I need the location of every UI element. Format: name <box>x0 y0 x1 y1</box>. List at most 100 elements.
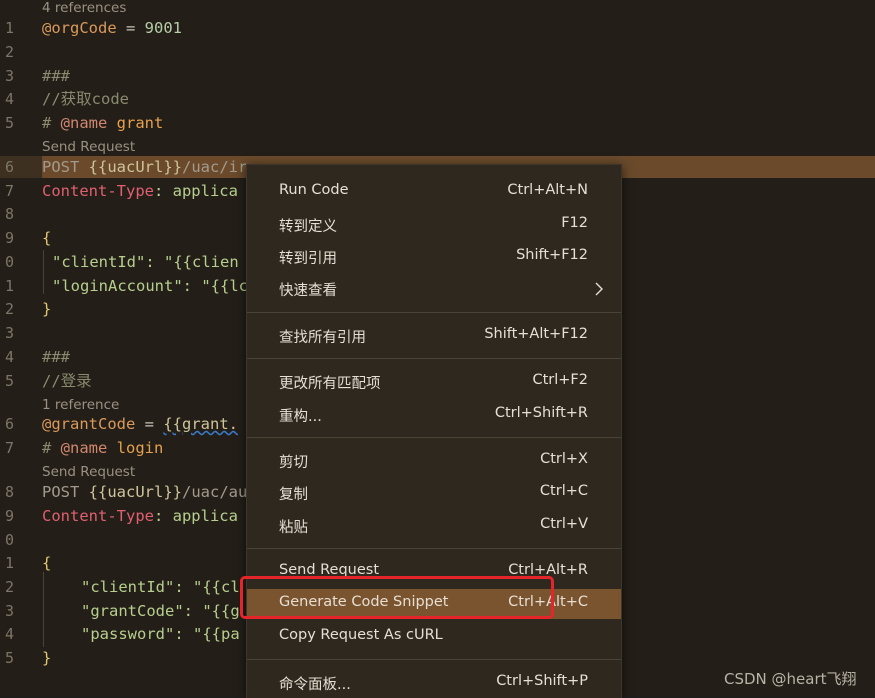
json-key: "clientId" <box>52 253 146 271</box>
json-key: "grantCode" <box>81 602 184 620</box>
variable-value: {{grant. <box>163 415 238 433</box>
code-line: "loginAccount": "{{lc <box>52 275 248 297</box>
operator: = <box>135 415 164 433</box>
variable-name: @orgCode <box>42 19 117 37</box>
menu-item-peek[interactable]: 快速查看 <box>247 274 621 304</box>
menu-item-shortcut: Ctrl+Shift+R <box>494 405 588 421</box>
line-number: 9 <box>4 229 14 247</box>
menu-item-shortcut: Ctrl+V <box>540 516 588 532</box>
request-separator: ### <box>42 67 70 85</box>
menu-separator <box>247 358 621 359</box>
menu-item-shortcut: Shift+F12 <box>516 247 588 263</box>
indent-guide <box>43 250 44 294</box>
json-value: : "{{cl <box>174 578 240 596</box>
brace: { <box>42 229 52 247</box>
codelens-references[interactable]: 1 reference <box>42 396 119 414</box>
code-line: "clientId": "{{clien <box>52 251 239 273</box>
menu-item-go-to-definition[interactable]: 转到定义 F12 <box>247 210 621 240</box>
code-line: Content-Type: applica <box>42 505 238 527</box>
menu-separator <box>247 312 621 313</box>
menu-item-shortcut: Shift+Alt+F12 <box>484 326 588 342</box>
line-number: 4 <box>4 625 14 643</box>
request-name: login <box>107 439 164 457</box>
header-name: Content-Type <box>42 182 154 200</box>
line-number: 6 <box>4 158 14 176</box>
line-number: 5 <box>4 649 14 667</box>
menu-item-label: 转到定义 <box>279 219 337 235</box>
codelens-send-request[interactable]: Send Request <box>42 463 135 481</box>
line-number: 9 <box>4 507 14 525</box>
line-number: 5 <box>4 114 14 132</box>
json-key: "loginAccount" <box>52 277 183 295</box>
menu-item-run-code[interactable]: Run Code Ctrl+Alt+N <box>247 177 621 207</box>
menu-item-label: 剪切 <box>279 455 308 471</box>
code-line: POST {{uacUrl}}/uac/au <box>42 481 247 503</box>
menu-item-copy[interactable]: 复制 Ctrl+C <box>247 478 621 508</box>
code-line: # @name grant <box>42 112 163 134</box>
json-key: "clientId" <box>81 578 175 596</box>
hash: # <box>42 114 61 132</box>
name-directive: @name <box>60 439 108 457</box>
code-line: @orgCode = 9001 <box>42 17 182 39</box>
menu-item-paste[interactable]: 粘贴 Ctrl+V <box>247 511 621 541</box>
brace: } <box>42 300 52 318</box>
menu-item-cut[interactable]: 剪切 Ctrl+X <box>247 446 621 476</box>
url-path: /uac/ir <box>182 158 248 176</box>
menu-item-label: 粘贴 <box>279 520 308 536</box>
code-line: "grantCode": "{{g <box>81 600 240 622</box>
line-number: 2 <box>4 578 14 596</box>
line-number: 6 <box>4 415 14 433</box>
watermark: CSDN @heart飞翔 <box>724 670 857 688</box>
menu-item-label: 转到引用 <box>279 251 337 267</box>
operator: = <box>116 19 145 37</box>
highlight-annotation-box <box>240 576 554 619</box>
line-number: 5 <box>4 372 14 390</box>
menu-item-label: 快速查看 <box>279 283 337 299</box>
request-separator: ### <box>42 348 70 366</box>
menu-item-shortcut: F12 <box>561 215 588 231</box>
menu-separator <box>247 437 621 438</box>
menu-item-find-all-references[interactable]: 查找所有引用 Shift+Alt+F12 <box>247 321 621 351</box>
menu-item-label: Copy Request As cURL <box>279 627 443 643</box>
menu-item-copy-request-as-curl[interactable]: Copy Request As cURL <box>247 622 621 652</box>
menu-item-label: 更改所有匹配项 <box>279 376 381 392</box>
menu-item-label: 命令面板... <box>279 677 351 693</box>
menu-item-label: Run Code <box>279 182 349 198</box>
json-key: "password" <box>81 625 175 643</box>
code-line: @grantCode = {{grant. <box>42 413 238 435</box>
json-value: : "{{g <box>183 602 240 620</box>
code-line: "clientId": "{{cl <box>81 576 240 598</box>
menu-item-shortcut: Ctrl+X <box>540 451 588 467</box>
comment: //获取code <box>42 90 129 108</box>
menu-item-command-palette[interactable]: 命令面板... Ctrl+Shift+P <box>247 668 621 698</box>
menu-item-shortcut: Ctrl+Alt+N <box>507 182 588 198</box>
menu-item-refactor[interactable]: 重构... Ctrl+Shift+R <box>247 400 621 430</box>
menu-item-label: 查找所有引用 <box>279 330 366 346</box>
codelens-send-request[interactable]: Send Request <box>42 138 135 156</box>
line-number: 2 <box>4 300 14 318</box>
code-line: # @name login <box>42 437 163 459</box>
menu-separator <box>247 659 621 660</box>
menu-item-change-all-occurrences[interactable]: 更改所有匹配项 Ctrl+F2 <box>247 367 621 397</box>
menu-item-go-to-references[interactable]: 转到引用 Shift+F12 <box>247 242 621 272</box>
code-line: POST {{uacUrl}}/uac/ir <box>42 156 247 178</box>
line-number: 4 <box>4 348 14 366</box>
codelens-references[interactable]: 4 references <box>42 0 126 17</box>
line-number: 7 <box>4 439 14 457</box>
line-number: 3 <box>4 324 14 342</box>
variable-value: 9001 <box>144 19 182 37</box>
template-variable: {{uacUrl}} <box>88 483 182 501</box>
code-line: "password": "{{pa <box>81 623 240 645</box>
line-number: 0 <box>4 531 14 549</box>
header-name: Content-Type <box>42 507 154 525</box>
menu-item-shortcut: Ctrl+C <box>539 483 588 499</box>
url-path: /uac/au <box>182 483 248 501</box>
header-value: : applica <box>153 507 238 525</box>
menu-item-label: 复制 <box>279 487 308 503</box>
line-number: 3 <box>4 602 14 620</box>
http-method: POST <box>42 483 89 501</box>
variable-name: @grantCode <box>42 415 136 433</box>
line-number: 2 <box>4 43 14 61</box>
line-number: 0 <box>4 253 14 271</box>
json-value: : "{{clien <box>145 253 239 271</box>
